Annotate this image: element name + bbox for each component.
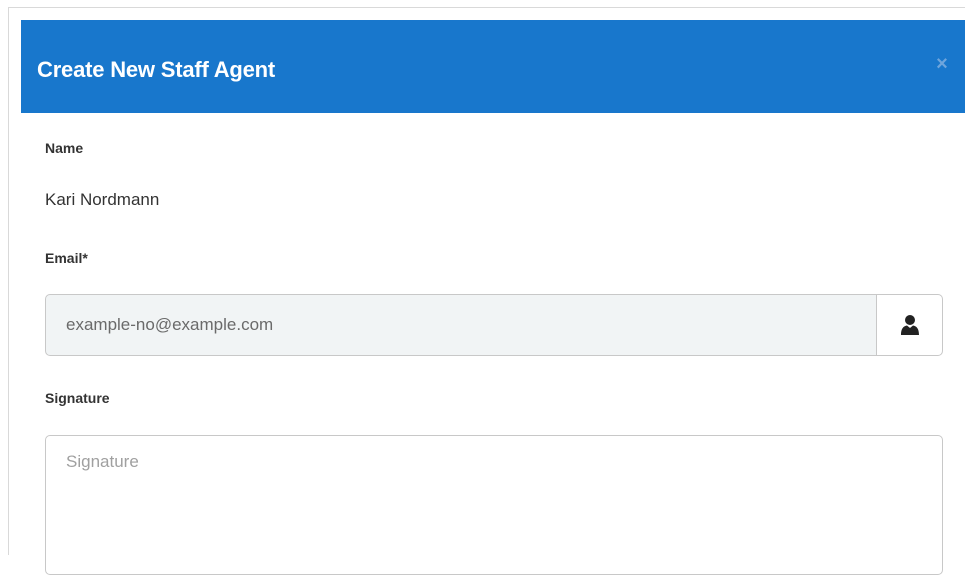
close-button[interactable]: × bbox=[930, 52, 954, 76]
create-staff-agent-dialog: Create New Staff Agent × Name Kari Nordm… bbox=[8, 7, 965, 575]
name-label: Name bbox=[45, 140, 84, 156]
email-input[interactable] bbox=[45, 294, 877, 356]
signature-input[interactable] bbox=[45, 435, 943, 575]
email-label: Email* bbox=[45, 250, 88, 266]
select-user-button[interactable] bbox=[877, 294, 943, 356]
modal-title: Create New Staff Agent bbox=[37, 57, 276, 82]
name-value: Kari Nordmann bbox=[45, 190, 160, 209]
signature-label: Signature bbox=[45, 390, 110, 406]
email-input-group bbox=[45, 294, 943, 356]
user-icon bbox=[900, 315, 919, 335]
modal-header: Create New Staff Agent × bbox=[21, 20, 965, 113]
